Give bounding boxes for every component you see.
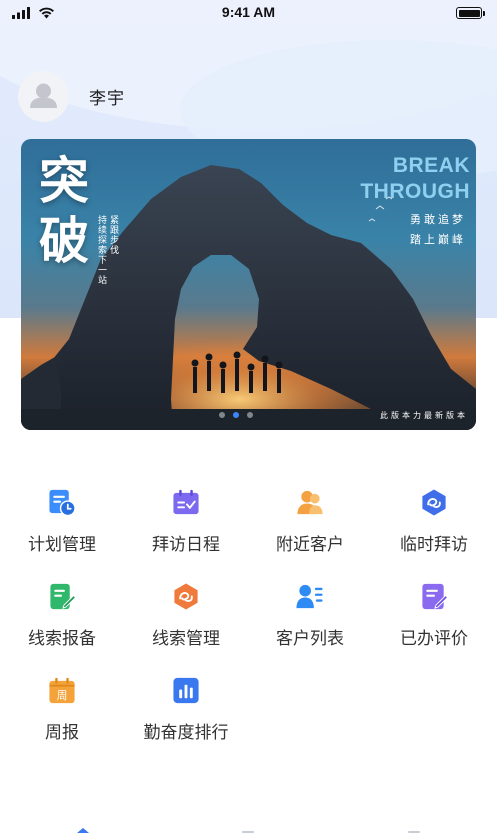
menu-item-label: 附近客户	[276, 535, 344, 555]
menu-item-plan-management[interactable]: 计划管理	[0, 488, 124, 555]
status-bar: 9:41 AM	[0, 0, 497, 26]
menu-item-label: 计划管理	[28, 535, 96, 555]
lead-management-icon	[174, 583, 198, 610]
customer-list-icon	[296, 584, 323, 609]
menu-item-label: 周报	[45, 723, 79, 743]
pagination-dot[interactable]	[219, 412, 225, 418]
menu-item-temporary-visit[interactable]: 临时拜访	[372, 488, 496, 555]
pagination-dot[interactable]	[247, 412, 253, 418]
plan-calendar-clock-icon	[49, 489, 76, 517]
nearby-customer-icon	[297, 490, 323, 515]
banner-footer: 此版本力最新版本	[380, 411, 468, 420]
banner-vertical-text: 持续探索下一站	[96, 215, 106, 285]
user-avatar-icon[interactable]	[18, 71, 69, 122]
menu-item-completed-review[interactable]: 已办评价	[372, 582, 496, 649]
banner-title-cn: 突破	[39, 151, 89, 270]
lead-report-icon	[50, 583, 77, 610]
menu-item-lead-management[interactable]: 线索管理	[124, 582, 248, 649]
weekly-badge-text: 周	[57, 689, 68, 702]
banner-title-en: BREAK THROUGH	[360, 153, 470, 205]
menu-item-label: 拜访日程	[152, 535, 220, 555]
banner-title-en-line: BREAK	[392, 154, 470, 177]
promo-banner[interactable]: 突破 紧跟步伐 持续探索下一站 BREAK THROUGH 勇敢追梦 踏上巅峰 …	[21, 139, 476, 430]
user-name: 李宇	[89, 89, 125, 109]
completed-review-icon	[422, 583, 449, 610]
menu-item-lead-report[interactable]: 线索报备	[0, 582, 124, 649]
status-time: 9:41 AM	[221, 4, 276, 20]
calendar-tab-icon[interactable]	[235, 818, 261, 833]
home-tab-icon[interactable]	[70, 818, 96, 833]
menu-item-label: 已办评价	[400, 629, 468, 649]
bottom-tab-bar	[0, 818, 497, 833]
banner-title-en-line: THROUGH	[360, 180, 470, 203]
menu-item-visit-schedule[interactable]: 拜访日程	[124, 488, 248, 555]
menu-item-label: 勤奋度排行	[143, 723, 229, 743]
menu-item-label: 线索管理	[152, 629, 220, 649]
menu-item-label: 临时拜访	[400, 535, 468, 555]
temporary-visit-icon	[422, 489, 446, 516]
banner-slogan: 勇敢追梦	[410, 213, 466, 226]
profile-tab-icon[interactable]	[401, 818, 427, 833]
menu-item-nearby-customers[interactable]: 附近客户	[248, 488, 372, 555]
menu-item-diligence-ranking[interactable]: 勤奋度排行	[124, 676, 248, 743]
weekly-report-icon: 周	[49, 677, 75, 704]
menu-item-label: 客户列表	[276, 629, 344, 649]
function-grid: 计划管理 拜访日程 附近客户 临时拜访 线索报备 线索管理 客户列表 已办评价 …	[0, 488, 497, 743]
menu-item-customer-list[interactable]: 客户列表	[248, 582, 372, 649]
pagination-dot-active[interactable]	[233, 412, 239, 418]
banner-pagination[interactable]	[219, 412, 253, 418]
banner-vertical-text: 紧跟步伐	[108, 215, 118, 255]
banner-slogan: 踏上巅峰	[410, 233, 466, 246]
user-profile[interactable]: 李宇	[18, 71, 125, 122]
menu-item-label: 线索报备	[28, 629, 96, 649]
diligence-ranking-icon	[173, 677, 199, 704]
menu-item-weekly-report[interactable]: 周 周报	[0, 676, 124, 743]
visit-schedule-icon	[173, 489, 199, 515]
